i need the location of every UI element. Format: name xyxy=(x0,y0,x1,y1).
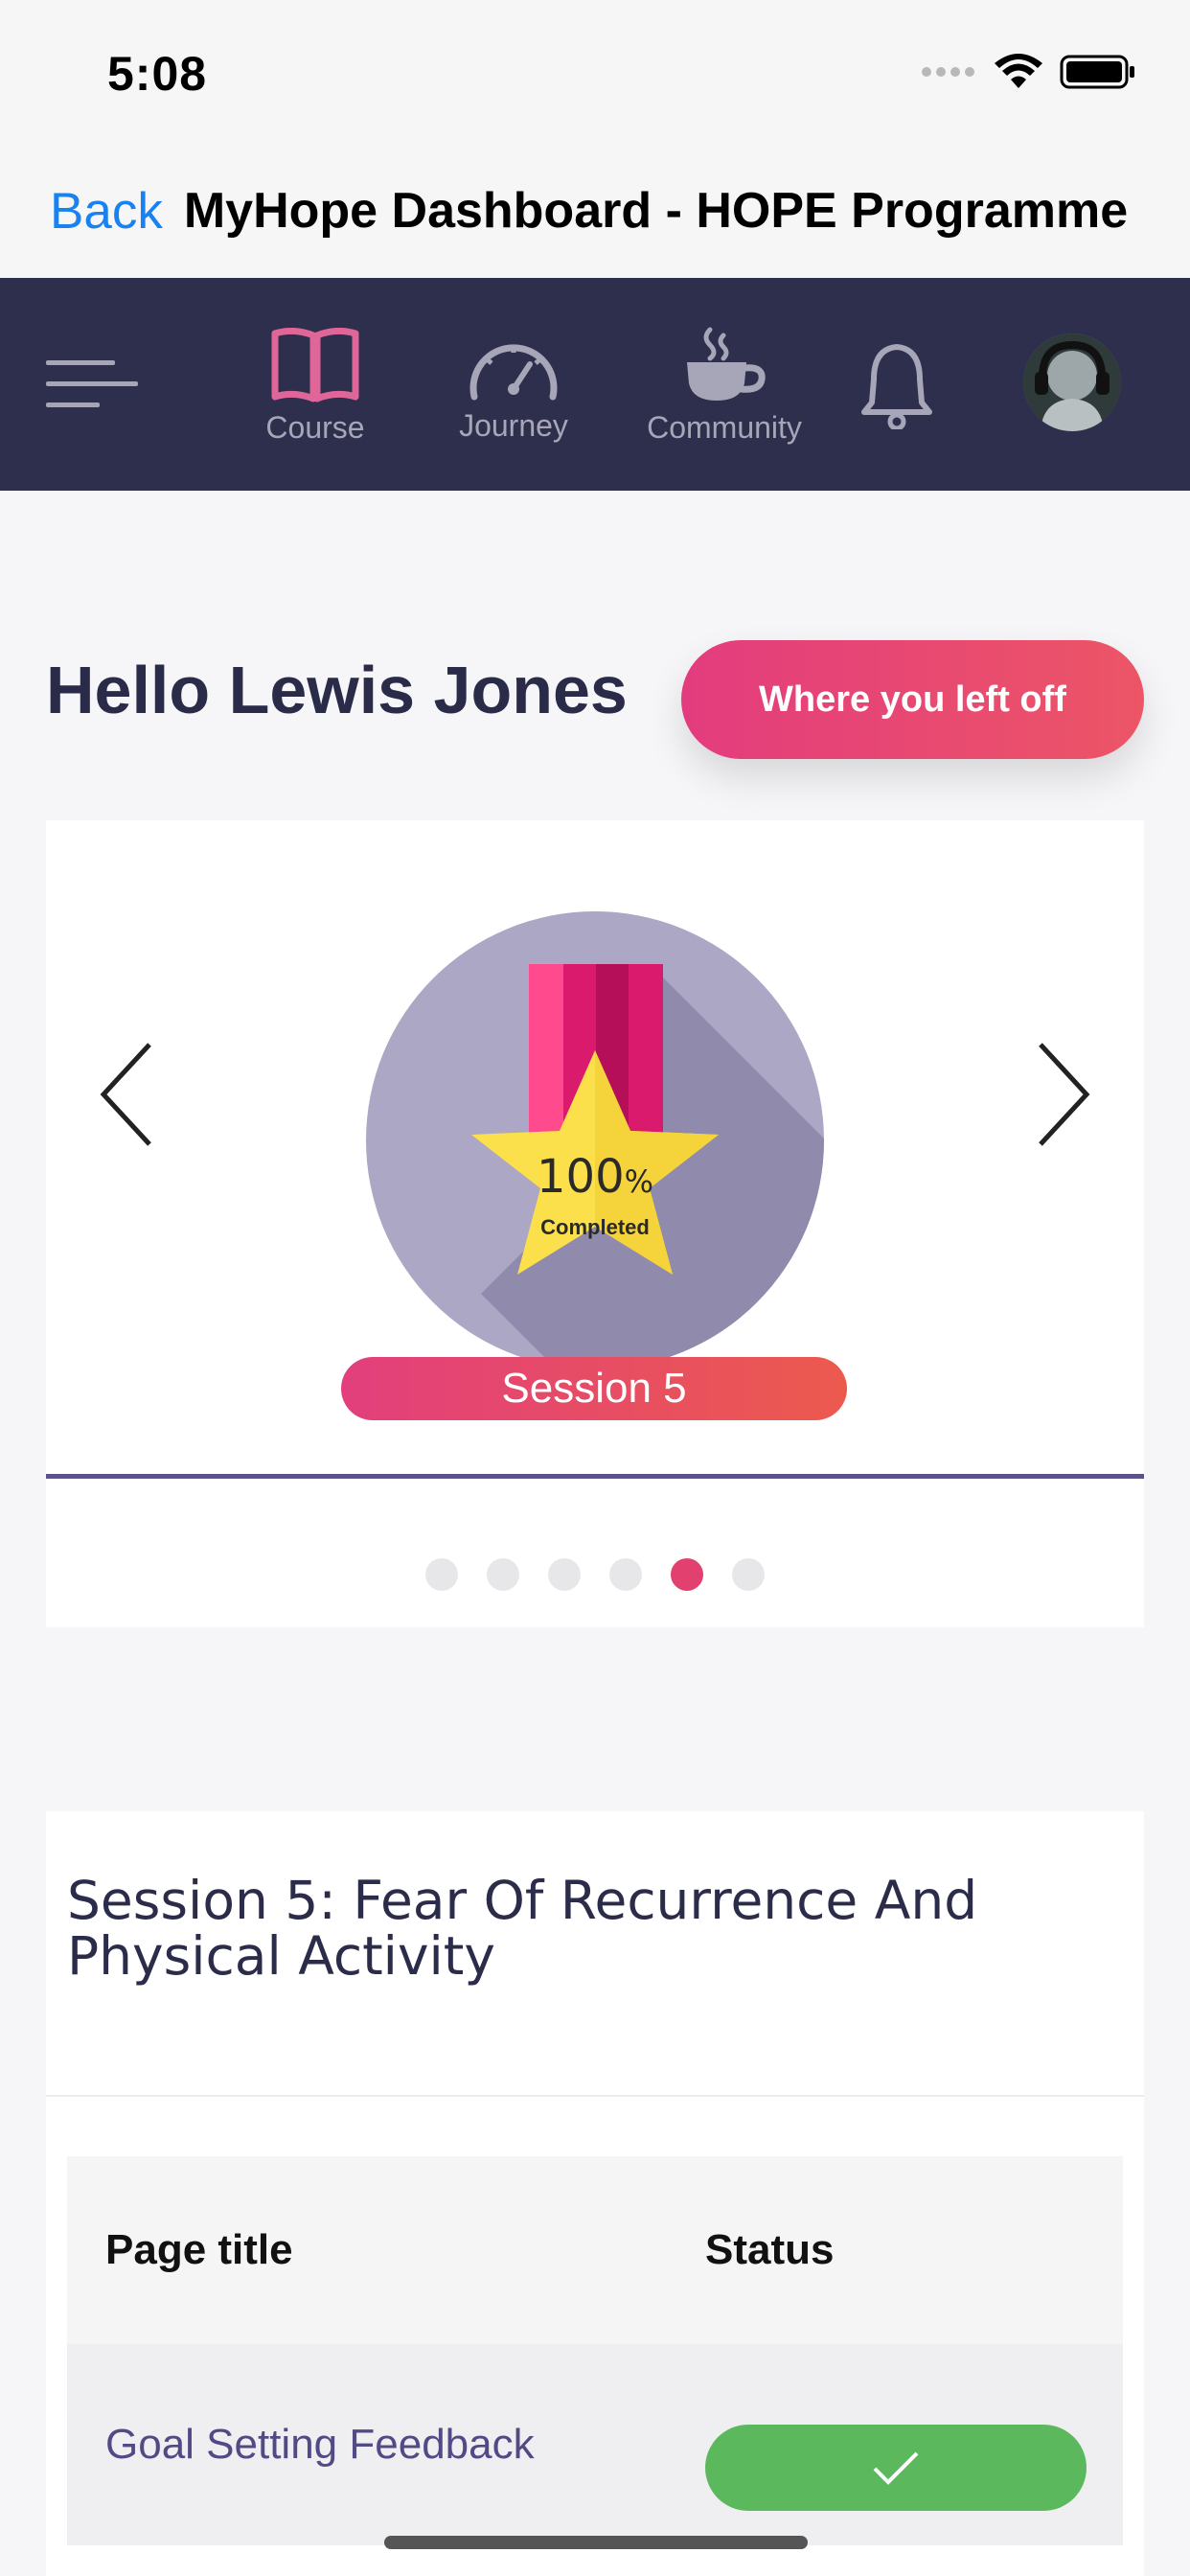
badge-percent-value: 100 xyxy=(536,1150,625,1204)
carousel-dot[interactable] xyxy=(732,1558,765,1591)
completion-badge: 100% Completed xyxy=(366,910,824,1370)
speedometer-icon xyxy=(469,344,558,401)
avatar[interactable] xyxy=(1023,334,1121,431)
carousel-dot[interactable] xyxy=(671,1558,703,1591)
badge-percent: 100% xyxy=(366,1150,824,1204)
session-details-card: Session 5: Fear Of Recurrence And Physic… xyxy=(46,1811,1144,2576)
back-button[interactable]: Back xyxy=(50,182,163,241)
status-icons xyxy=(920,54,1136,90)
coffee-cup-icon xyxy=(687,327,766,401)
nav-item-journey[interactable]: Journey xyxy=(446,278,581,491)
notification-bell-icon[interactable] xyxy=(860,341,933,429)
session-title: Session 5: Fear Of Recurrence And Physic… xyxy=(67,1870,978,1987)
page-title: MyHope Dashboard - HOPE Programme xyxy=(183,183,1129,239)
column-header-page-title: Page title xyxy=(105,2226,293,2273)
table-row[interactable]: Goal Setting Feedback xyxy=(67,2344,1123,2545)
where-you-left-off-button[interactable]: Where you left off xyxy=(681,640,1144,759)
book-icon xyxy=(271,328,359,402)
carousel-dot[interactable] xyxy=(487,1558,519,1591)
divider xyxy=(46,2095,1144,2097)
page-title-link[interactable]: Goal Setting Feedback xyxy=(105,2344,535,2545)
status-bar: 5:08 xyxy=(0,0,1190,144)
badge-caption: Completed xyxy=(540,1215,650,1239)
session-pages-table: Page title Status Goal Setting Feedback xyxy=(67,2156,1123,2545)
session-label-pill: Session 5 xyxy=(341,1357,847,1420)
nav-item-community[interactable]: Community xyxy=(629,278,820,491)
carousel-dot[interactable] xyxy=(548,1558,581,1591)
web-view-header: Back MyHope Dashboard - HOPE Programme xyxy=(0,144,1190,278)
carousel-dot[interactable] xyxy=(425,1558,458,1591)
nav-item-course[interactable]: Course xyxy=(255,278,376,491)
checkmark-icon xyxy=(873,2451,919,2485)
table-header-row: Page title Status xyxy=(67,2156,1123,2344)
chevron-left-icon[interactable] xyxy=(98,1041,155,1148)
app-nav-bar: Course Journey Community xyxy=(0,278,1190,491)
home-indicator xyxy=(384,2536,808,2549)
medal-star-icon xyxy=(366,911,824,1369)
carousel-dot[interactable] xyxy=(609,1558,642,1591)
battery-icon xyxy=(1060,55,1134,89)
status-time: 5:08 xyxy=(107,47,208,101)
nav-label-community: Community xyxy=(647,410,802,445)
badge-percent-symbol: % xyxy=(624,1163,654,1200)
avatar-image xyxy=(1023,334,1121,431)
signal-icon xyxy=(922,67,974,77)
carousel-pagination xyxy=(46,1558,1144,1591)
chevron-right-icon[interactable] xyxy=(1035,1041,1092,1148)
carousel-divider xyxy=(46,1474,1144,1479)
wifi-icon xyxy=(995,54,1042,88)
nav-label-course: Course xyxy=(265,410,365,445)
menu-icon[interactable] xyxy=(46,358,138,410)
greeting-heading: Hello Lewis Jones xyxy=(46,653,628,727)
session-carousel: 100% Completed Session 5 xyxy=(46,820,1144,1627)
column-header-status: Status xyxy=(705,2226,835,2273)
status-completed-badge xyxy=(705,2425,1087,2511)
nav-label-journey: Journey xyxy=(459,408,568,443)
